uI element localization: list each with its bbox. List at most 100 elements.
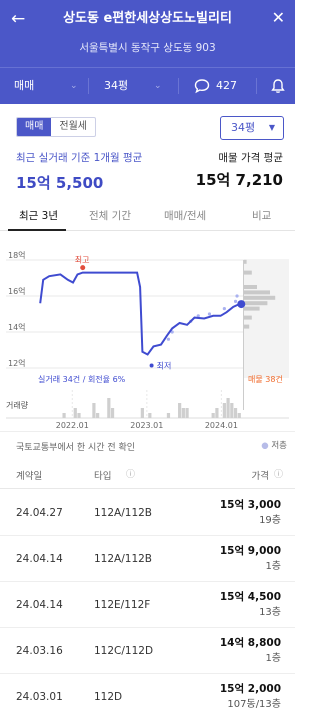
- volume-bar: [77, 413, 81, 418]
- volume-bar: [110, 408, 115, 418]
- trade-point: [207, 312, 212, 316]
- volume-bar: [166, 413, 171, 418]
- volume-bar: [73, 408, 77, 418]
- back-arrow-icon[interactable]: ←: [11, 8, 25, 30]
- comments-button[interactable]: 427: [194, 68, 250, 104]
- page-title: 상도동 e편한세상상도노빌리티: [63, 11, 232, 26]
- volume-bar: [181, 408, 185, 418]
- volume-bar: [222, 403, 226, 418]
- volume-bar: [226, 398, 230, 418]
- row-date: 24.04.27: [16, 507, 63, 519]
- chevron-down-icon: ⌄: [70, 81, 78, 91]
- table-row[interactable]: 24.04.14 112E/112F 15억 4,500 13층: [0, 582, 295, 628]
- active-tab-underline: [8, 229, 66, 231]
- segment-sale[interactable]: 매매: [17, 118, 52, 136]
- trade-point: [166, 337, 171, 341]
- x-tick-label: 2022.01: [56, 421, 89, 430]
- low-floor-legend: ● 저층: [261, 440, 287, 452]
- low-marker: [149, 363, 154, 368]
- latest-price-dot: [237, 300, 246, 309]
- deal-type-segment: 매매 전월세: [16, 117, 97, 137]
- row-price: 14억 8,800: [219, 637, 281, 649]
- tab-compare[interactable]: 비교: [252, 209, 271, 223]
- volume-bar: [140, 408, 144, 418]
- tab-recent-3y[interactable]: 최근 3년: [19, 209, 58, 223]
- size-dropdown[interactable]: 34평 ⌄: [104, 68, 174, 104]
- section-divider: [0, 431, 295, 432]
- volume-label: 거래량: [6, 400, 29, 410]
- legend-dot-icon: ●: [261, 441, 269, 451]
- table-row[interactable]: 24.04.14 112A/112B 15억 9,000 1층: [0, 536, 295, 582]
- col-type: 타입: [94, 471, 112, 482]
- table-header: 계약일 타입 ⓘ 가격 ⓘ: [0, 465, 295, 489]
- high-label: 최고: [75, 255, 90, 265]
- deal-type-dropdown[interactable]: 매매 ⌄: [14, 68, 84, 104]
- row-floor: 13층: [259, 607, 281, 618]
- size-select-label: 34평: [231, 121, 256, 134]
- address: 서울특별시 동작구 상도동 903: [79, 42, 216, 54]
- y-axis-ticks: 18억 16억 14억 12억: [8, 250, 26, 368]
- row-price: 15억 3,000: [219, 499, 281, 511]
- table-row[interactable]: 24.03.16 112C/112D 14억 8,800 1층: [0, 628, 295, 674]
- volume-bar: [62, 413, 66, 418]
- type-help-icon[interactable]: ⓘ: [126, 469, 135, 481]
- y-tick-label: 14억: [8, 322, 26, 332]
- y-tick-label: 12억: [8, 358, 26, 368]
- asking-bar: [244, 259, 247, 264]
- chevron-down-icon: ⌄: [154, 81, 162, 91]
- col-date: 계약일: [16, 471, 43, 482]
- asking-bar: [244, 270, 252, 275]
- bell-icon[interactable]: [270, 78, 286, 94]
- col-price: 가격: [251, 471, 269, 482]
- price-chart[interactable]: 18억 16억 14억 12억 최고 최저 실거래 34건 / 회전율 6% 매물 3…: [0, 240, 295, 430]
- row-price: 15억 2,000: [219, 683, 281, 695]
- x-tick-label: 2023.01: [130, 421, 163, 430]
- volume-bars: [62, 398, 241, 418]
- volume-bar: [211, 413, 215, 418]
- row-floor: 1층: [265, 653, 281, 664]
- speech-bubble-icon: [194, 79, 210, 94]
- row-type: 112D: [94, 691, 123, 703]
- recent-avg-label: 최근 실거래 기준 1개월 평균: [16, 152, 143, 164]
- listing-avg-value: 15억 7,210: [195, 171, 283, 189]
- caret-down-icon: ▼: [268, 123, 275, 132]
- row-price: 15억 4,500: [219, 591, 281, 603]
- table-row[interactable]: 24.04.27 112A/112B 15억 3,000 19층: [0, 490, 295, 536]
- x-tick-label: 2024.01: [205, 421, 238, 430]
- asking-bar: [244, 285, 257, 289]
- legend-label: 저층: [271, 441, 287, 451]
- segment-lease[interactable]: 전월세: [51, 118, 95, 136]
- tab-sale-lease[interactable]: 매매/전세: [164, 209, 206, 223]
- volume-bar: [230, 403, 234, 418]
- table-row[interactable]: 24.03.01 112D 15억 2,000 107동/13층: [0, 674, 295, 719]
- trade-count-label: 실거래 34건 / 회전율 6%: [38, 374, 126, 384]
- price-help-icon[interactable]: ⓘ: [274, 469, 283, 481]
- row-price: 15억 9,000: [219, 545, 281, 557]
- close-icon[interactable]: ✕: [272, 7, 285, 29]
- row-date: 24.04.14: [16, 553, 63, 565]
- x-axis-ticks: 2022.01 2023.01 2024.01: [56, 421, 238, 430]
- period-tabs: 최근 3년 전체 기간 매매/전세 비교: [0, 203, 295, 231]
- volume-bar: [148, 413, 152, 418]
- filter-divider: [178, 78, 179, 94]
- volume-bar: [215, 408, 219, 418]
- row-floor: 107동/13층: [227, 699, 281, 710]
- filter-divider: [88, 78, 89, 94]
- size-label: 34평: [104, 79, 129, 92]
- app-header: ← 상도동 e편한세상상도노빌리티 ✕ 서울특별시 동작구 상도동 903 매매…: [0, 0, 295, 104]
- asking-bar: [244, 290, 270, 295]
- row-type: 112C/112D: [94, 645, 154, 657]
- asking-bar: [244, 306, 260, 311]
- comments-count: 427: [216, 79, 237, 92]
- row-floor: 19층: [259, 515, 281, 526]
- size-select-button[interactable]: 34평 ▼: [220, 116, 284, 140]
- high-marker: [80, 265, 86, 271]
- volume-bar: [96, 413, 100, 418]
- volume-bar: [237, 413, 241, 418]
- y-tick-label: 16억: [8, 286, 26, 296]
- row-date: 24.04.14: [16, 599, 63, 611]
- tab-all-period[interactable]: 전체 기간: [89, 209, 131, 223]
- listing-avg-label: 매물 가격 평균: [218, 152, 283, 164]
- row-type: 112A/112B: [94, 553, 153, 565]
- row-type: 112A/112B: [94, 507, 153, 519]
